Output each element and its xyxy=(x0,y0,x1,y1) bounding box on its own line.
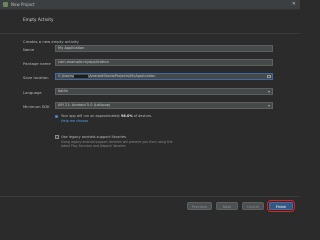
next-button[interactable]: Next xyxy=(216,202,238,210)
page-subtitle: Creates a new empty activity xyxy=(23,39,79,44)
dialog-content: Empty Activity Creates a new empty activ… xyxy=(0,10,300,195)
package-name-field[interactable]: com.example.myapplication xyxy=(55,59,273,66)
folder-icon[interactable] xyxy=(267,75,271,78)
legacy-libraries-description: Using legacy android.support libraries w… xyxy=(61,140,173,148)
cancel-button[interactable]: Cancel xyxy=(242,202,264,210)
package-name-label: Package name xyxy=(23,61,51,66)
finish-button[interactable]: Finish xyxy=(267,200,295,212)
minimum-sdk-label: Minimum SDK xyxy=(23,104,50,109)
coverage-prefix: Your app will run on approximately xyxy=(61,114,121,118)
legacy-libraries-checkbox[interactable] xyxy=(55,135,59,139)
page-title: Empty Activity xyxy=(23,17,54,22)
coverage-percent: 98.0% xyxy=(120,114,133,118)
language-label: Language xyxy=(23,90,42,95)
previous-button[interactable]: Previous xyxy=(187,202,212,210)
android-studio-icon xyxy=(3,2,8,7)
header-divider xyxy=(0,33,300,34)
dialog-footer: Previous Next Cancel Finish xyxy=(0,196,300,217)
info-icon xyxy=(55,115,58,118)
minimum-sdk-select[interactable]: API 21: Android 5.0 (Lollipop) ▾ xyxy=(55,102,273,109)
save-location-field[interactable]: C:\Users\ \AndroidStudioProjects\MyApplic… xyxy=(55,73,273,80)
save-location-label: Save location xyxy=(23,75,49,80)
legacy-libraries-label: Use legacy android.support libraries xyxy=(61,135,127,139)
help-me-choose-link[interactable]: Help me choose xyxy=(61,119,88,123)
save-location-suffix: \AndroidStudioProjects\MyApplication xyxy=(88,74,156,78)
language-value: Kotlin xyxy=(58,89,69,93)
window-titlebar: New Project ✕ xyxy=(0,0,300,10)
minimum-sdk-value: API 21: Android 5.0 (Lollipop) xyxy=(58,103,111,107)
coverage-suffix: of devices. xyxy=(132,114,153,118)
close-icon[interactable]: ✕ xyxy=(292,0,296,9)
save-location-prefix: C:\Users\ xyxy=(58,74,75,78)
name-field[interactable]: My Application xyxy=(55,45,273,52)
name-label: Name xyxy=(23,47,35,52)
language-select[interactable]: Kotlin ▾ xyxy=(55,88,273,95)
device-coverage-text: Your app will run on approximately 98.0%… xyxy=(61,114,152,118)
redacted-username xyxy=(74,74,89,78)
chevron-down-icon: ▾ xyxy=(267,103,270,108)
chevron-down-icon: ▾ xyxy=(267,89,270,94)
window-title: New Project xyxy=(11,2,35,7)
